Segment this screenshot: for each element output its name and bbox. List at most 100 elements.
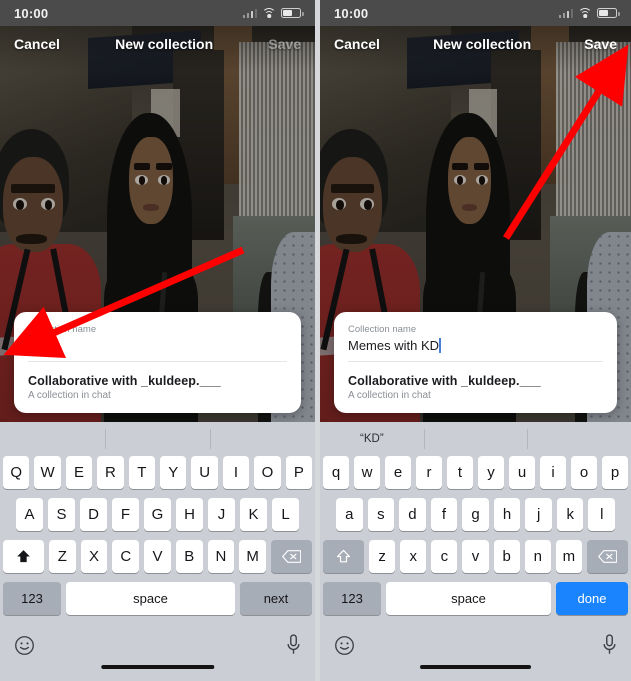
prediction-slot-2[interactable] [424,422,528,456]
key-y[interactable]: y [478,456,504,489]
key-l[interactable]: L [272,498,299,531]
key-e[interactable]: e [385,456,411,489]
numbers-key[interactable]: 123 [323,582,381,615]
key-s[interactable]: S [48,498,75,531]
key-q[interactable]: Q [2,456,30,489]
key-c[interactable]: C [112,540,140,573]
phone-panel-after: 10:00 Cancel New collection Save Collect… [320,0,631,681]
keyboard-bottom-bar [320,624,631,664]
collection-name-input[interactable]: Memes with KD [348,337,603,362]
key-h[interactable]: h [493,498,521,531]
phone-panel-before: 10:00 Cancel New collection Save Collect… [0,0,315,681]
key-c[interactable]: c [431,540,458,573]
key-w[interactable]: W [34,456,61,489]
key-l[interactable]: l [588,498,616,531]
key-o[interactable]: O [254,456,281,489]
key-i[interactable]: I [222,456,250,489]
shift-key[interactable] [2,540,44,573]
key-k[interactable]: K [240,498,267,531]
key-o[interactable]: o [571,456,597,489]
keyboard-row-4: 123 space next [0,582,315,615]
key-n[interactable]: N [207,540,235,573]
prediction-slot-2[interactable] [105,422,210,456]
key-n[interactable]: n [524,540,551,573]
save-button[interactable]: Save [584,36,617,52]
microphone-icon[interactable] [286,634,301,656]
key-f[interactable]: f [430,498,458,531]
key-u[interactable]: u [509,456,535,489]
key-m[interactable]: M [239,540,267,573]
key-a[interactable]: a [335,498,363,531]
text-caret [439,338,441,353]
cellular-signal-icon [242,8,257,18]
key-i[interactable]: i [540,456,566,489]
key-q[interactable]: q [323,456,349,489]
collection-name-value: Memes with KD [348,338,440,353]
shift-outline-icon [336,549,351,563]
save-button[interactable]: Save [268,36,301,52]
key-j[interactable]: J [208,498,235,531]
key-p[interactable]: P [285,456,313,489]
collaborative-row[interactable]: Collaborative with _kuldeep.___ A collec… [28,374,287,401]
microphone-icon[interactable] [602,634,617,656]
key-v[interactable]: v [462,540,489,573]
done-key[interactable]: done [556,582,628,615]
key-k[interactable]: k [556,498,584,531]
key-r[interactable]: R [97,456,124,489]
key-w[interactable]: w [354,456,380,489]
key-g[interactable]: g [462,498,489,531]
backspace-key[interactable] [586,540,628,573]
key-d[interactable]: d [399,498,426,531]
key-t[interactable]: t [447,456,473,489]
key-t[interactable]: T [128,456,155,489]
numbers-key[interactable]: 123 [3,582,61,615]
key-h[interactable]: H [176,498,203,531]
key-z[interactable]: z [369,540,396,573]
key-m[interactable]: m [555,540,582,573]
cancel-button[interactable]: Cancel [14,36,60,52]
collection-name-label: Collection name [28,324,97,335]
comparison-screenshot: 10:00 Cancel New collection Save Collect… [0,0,631,681]
prediction-slot-3[interactable] [527,422,631,456]
emoji-smiley-icon[interactable] [14,635,35,656]
key-z[interactable]: Z [48,540,76,573]
key-d[interactable]: D [80,498,107,531]
key-x[interactable]: x [400,540,427,573]
emoji-smiley-icon[interactable] [334,635,355,656]
keyboard-row-2: a s d f g h j k l [320,498,631,531]
prediction-slot-1[interactable] [0,422,105,456]
key-b[interactable]: b [493,540,520,573]
key-s[interactable]: s [367,498,395,531]
key-x[interactable]: X [80,540,108,573]
next-key[interactable]: next [240,582,312,615]
key-a[interactable]: A [16,498,43,531]
key-b[interactable]: B [175,540,203,573]
page-title: New collection [115,36,214,52]
page-title: New collection [433,36,532,52]
key-j[interactable]: j [525,498,552,531]
cancel-button[interactable]: Cancel [334,36,380,52]
status-icon-group [242,8,304,18]
prediction-slot-3[interactable] [210,422,315,456]
text-caret [28,338,30,353]
shift-key[interactable] [323,540,364,573]
collaborative-row[interactable]: Collaborative with _kuldeep.___ A collec… [348,374,603,401]
key-y[interactable]: Y [160,456,187,489]
key-r[interactable]: r [416,456,442,489]
key-g[interactable]: G [144,498,171,531]
status-bar: 10:00 [0,0,315,26]
key-e[interactable]: E [65,456,93,489]
collection-name-input[interactable] [28,337,287,362]
key-f[interactable]: F [112,498,139,531]
space-key[interactable]: space [386,582,551,615]
prediction-slot-1[interactable]: “KD” [320,422,424,456]
home-indicator[interactable] [419,665,532,669]
collection-name-label: Collection name [348,324,417,335]
home-indicator[interactable] [100,665,215,669]
key-u[interactable]: U [191,456,218,489]
key-v[interactable]: V [144,540,171,573]
key-p[interactable]: p [602,456,628,489]
new-collection-card: Collection name Collaborative with _kuld… [14,312,301,413]
backspace-key[interactable] [271,540,313,573]
space-key[interactable]: space [66,582,235,615]
